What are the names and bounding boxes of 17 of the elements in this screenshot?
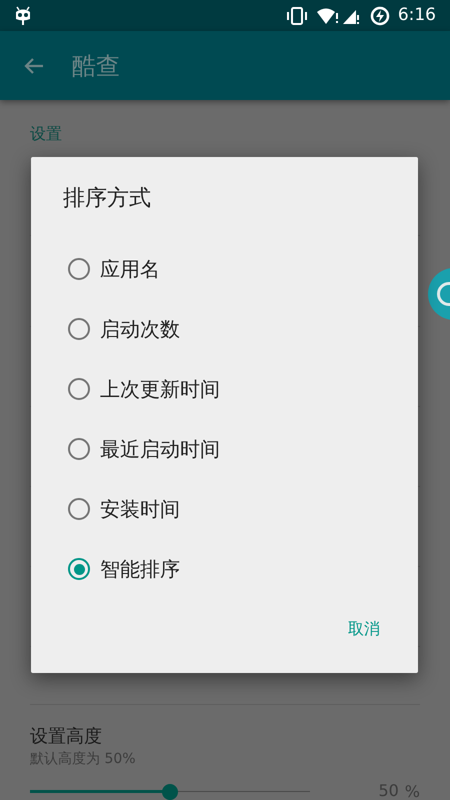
sort-option[interactable]: 安装时间 [31, 479, 418, 539]
sort-option[interactable]: 最近启动时间 [31, 419, 418, 479]
sort-option[interactable]: 智能排序 [31, 539, 418, 599]
dialog-title: 排序方式 [63, 184, 151, 212]
robot-icon [14, 6, 32, 26]
vibrate-icon [286, 6, 308, 24]
percent-unit: % [404, 780, 420, 800]
sort-option[interactable]: 启动次数 [31, 299, 418, 359]
sort-option[interactable]: 上次更新时间 [31, 359, 418, 419]
clock-time: 6:16 [398, 4, 436, 27]
setting-title: 设置高度 [30, 725, 103, 749]
height-slider[interactable] [30, 784, 310, 800]
sort-option[interactable]: 应用名 [31, 239, 418, 299]
wifi-icon [316, 6, 340, 24]
section-header: 设置 [30, 123, 62, 145]
app-title: 酷查 [72, 50, 120, 82]
battery-charging-icon [370, 6, 390, 26]
